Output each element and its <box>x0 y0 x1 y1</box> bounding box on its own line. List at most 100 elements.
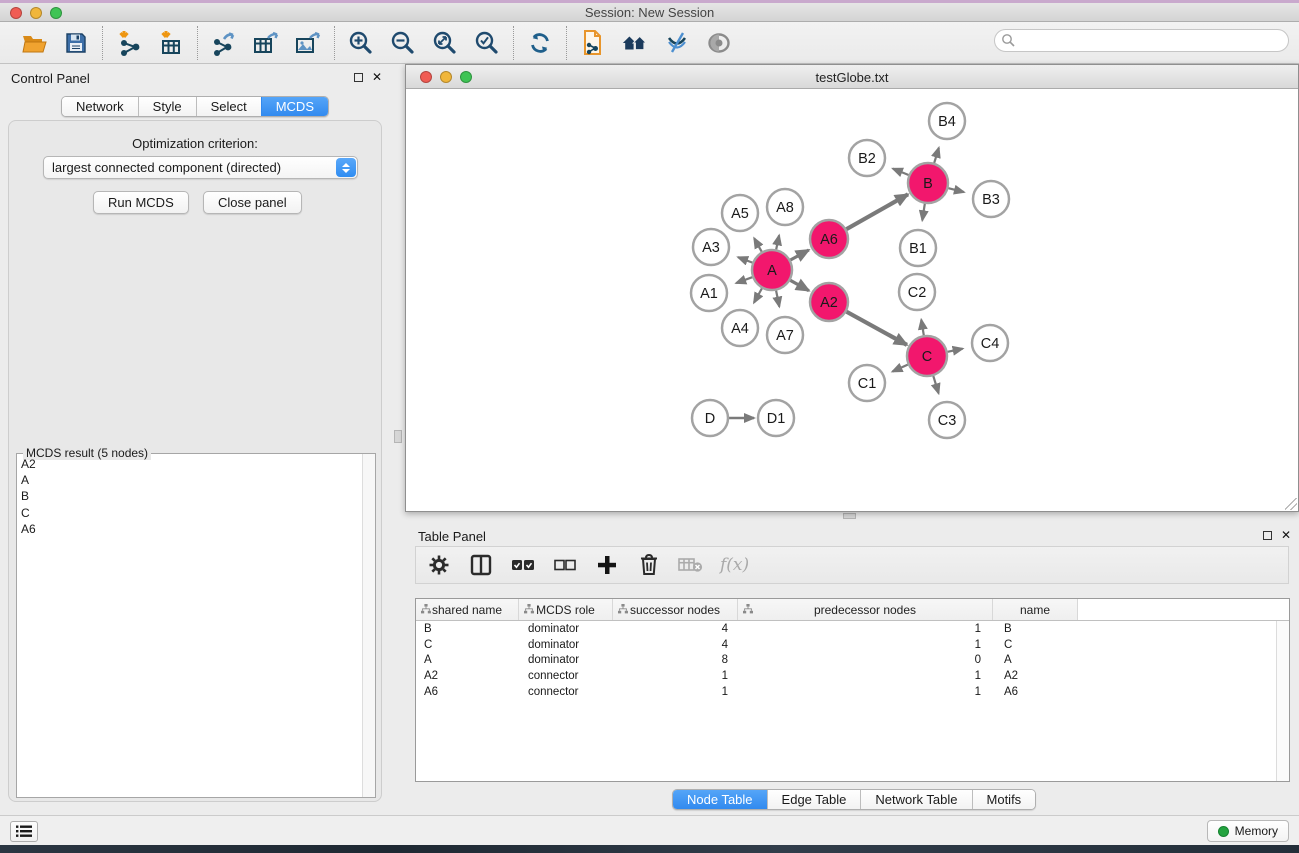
float-table-panel-icon[interactable] <box>1263 531 1272 540</box>
mcds-result-item[interactable]: A <box>17 472 362 488</box>
graph-edge-A-A3[interactable] <box>738 257 752 262</box>
table-row[interactable]: Adominator80A <box>416 652 1289 668</box>
graph-node-C4[interactable]: C4 <box>972 325 1008 361</box>
select-all-icon[interactable] <box>510 552 536 578</box>
graph-node-C1[interactable]: C1 <box>849 365 885 401</box>
export-table-icon[interactable] <box>252 29 280 57</box>
table-row[interactable]: A2connector11A2 <box>416 668 1289 684</box>
deselect-all-icon[interactable] <box>552 552 578 578</box>
run-mcds-button[interactable]: Run MCDS <box>93 191 189 214</box>
column-header-name[interactable]: name <box>993 599 1078 620</box>
export-image-icon[interactable] <box>294 29 322 57</box>
zoom-selected-icon[interactable] <box>473 29 501 57</box>
graph-node-B4[interactable]: B4 <box>929 103 965 139</box>
column-header-predecessor-nodes[interactable]: predecessor nodes <box>738 599 993 620</box>
column-header-successor-nodes[interactable]: successor nodes <box>613 599 738 620</box>
graph-edge-A-A7[interactable] <box>776 291 779 307</box>
graph-node-A8[interactable]: A8 <box>767 189 803 225</box>
float-panel-icon[interactable] <box>354 73 363 82</box>
graph-edge-B-B2[interactable] <box>893 169 909 175</box>
task-history-button[interactable] <box>10 821 38 842</box>
table-scrollbar[interactable] <box>1276 621 1289 781</box>
column-header-shared-name[interactable]: shared name <box>416 599 519 620</box>
graph-edge-B-B1[interactable] <box>922 204 925 221</box>
tab-motifs[interactable]: Motifs <box>972 790 1036 809</box>
mcds-result-item[interactable]: B <box>17 488 362 504</box>
mcds-result-list[interactable]: A2ABCA6 <box>17 456 362 797</box>
close-panel-button[interactable]: Close panel <box>203 191 302 214</box>
graph-node-A3[interactable]: A3 <box>693 229 729 265</box>
vertical-divider-handle[interactable] <box>394 430 402 443</box>
graph-node-B[interactable]: B <box>908 163 948 203</box>
graph-node-A1[interactable]: A1 <box>691 275 727 311</box>
column-header-MCDS-role[interactable]: MCDS role <box>519 599 613 620</box>
graph-node-C[interactable]: C <box>907 336 947 376</box>
resize-grip-icon[interactable] <box>1285 498 1297 510</box>
graph-node-D1[interactable]: D1 <box>758 400 794 436</box>
graph-node-D[interactable]: D <box>692 400 728 436</box>
zoom-in-icon[interactable] <box>347 29 375 57</box>
graph-edge-A-A4[interactable] <box>754 288 762 302</box>
delete-column-icon[interactable] <box>636 552 662 578</box>
graph-edge-B-B3[interactable] <box>948 188 964 192</box>
graph-node-C3[interactable]: C3 <box>929 402 965 438</box>
home-view-icon[interactable] <box>621 29 649 57</box>
close-table-panel-icon[interactable]: ✕ <box>1281 530 1291 540</box>
criterion-select[interactable]: largest connected component (directed) <box>43 156 358 179</box>
table-row[interactable]: Bdominator41B <box>416 621 1289 637</box>
table-row[interactable]: Cdominator41C <box>416 637 1289 653</box>
graph-edge-C-C4[interactable] <box>948 349 963 352</box>
graph-node-A2[interactable]: A2 <box>810 283 848 321</box>
open-session-icon[interactable] <box>20 29 48 57</box>
zoom-out-icon[interactable] <box>389 29 417 57</box>
graph-edge-A-A1[interactable] <box>736 277 752 283</box>
tab-edge-table[interactable]: Edge Table <box>767 790 861 809</box>
graph-edge-C-C2[interactable] <box>921 320 924 336</box>
tab-mcds[interactable]: MCDS <box>261 97 328 116</box>
zoom-fit-icon[interactable] <box>431 29 459 57</box>
import-table-icon[interactable] <box>157 29 185 57</box>
graph-edge-C-C1[interactable] <box>893 365 908 372</box>
mcds-result-item[interactable]: A2 <box>17 456 362 472</box>
import-network-icon[interactable] <box>115 29 143 57</box>
save-session-icon[interactable] <box>62 29 90 57</box>
graph-edge-C-C3[interactable] <box>933 376 938 393</box>
add-column-icon[interactable] <box>594 552 620 578</box>
graph-edge-A-A5[interactable] <box>754 238 762 251</box>
graph-node-B1[interactable]: B1 <box>900 230 936 266</box>
graph-node-B2[interactable]: B2 <box>849 140 885 176</box>
table-row[interactable]: A6connector11A6 <box>416 684 1289 700</box>
split-columns-icon[interactable] <box>468 552 494 578</box>
export-network-icon[interactable] <box>210 29 238 57</box>
network-canvas[interactable]: B4 B2 B B3 A5A8A6 A3 B1 A A1 C2 A2 A4A7 C4 C C1 C3 D D1 <box>406 89 1298 511</box>
mcds-result-item[interactable]: C <box>17 505 362 521</box>
graph-edge-A-A8[interactable] <box>776 235 779 249</box>
horizontal-divider-handle[interactable] <box>843 513 856 519</box>
list-scrollbar[interactable] <box>362 454 375 797</box>
tab-network[interactable]: Network <box>62 97 138 116</box>
graph-node-A6[interactable]: A6 <box>810 220 848 258</box>
graph-edge-A-A6[interactable] <box>790 250 808 260</box>
show-hide-icon[interactable] <box>705 29 733 57</box>
graph-node-B3[interactable]: B3 <box>973 181 1009 217</box>
graph-edge-A2-C[interactable] <box>847 312 907 345</box>
mcds-result-item[interactable]: A6 <box>17 521 362 537</box>
tab-select[interactable]: Select <box>196 97 261 116</box>
graph-node-A5[interactable]: A5 <box>722 195 758 231</box>
graph-edge-A6-B[interactable] <box>846 194 908 229</box>
close-panel-icon[interactable]: ✕ <box>372 72 382 82</box>
refresh-icon[interactable] <box>526 29 554 57</box>
graph-node-A4[interactable]: A4 <box>722 310 758 346</box>
tab-network-table[interactable]: Network Table <box>860 790 971 809</box>
graph-node-A7[interactable]: A7 <box>767 317 803 353</box>
graph-edge-B-B4[interactable] <box>934 148 939 163</box>
tab-node-table[interactable]: Node Table <box>673 790 767 809</box>
memory-button[interactable]: Memory <box>1207 820 1289 842</box>
clone-network-icon[interactable] <box>579 29 607 57</box>
graph-node-A[interactable]: A <box>752 250 792 290</box>
settings-gear-icon[interactable] <box>426 552 452 578</box>
tab-style[interactable]: Style <box>138 97 196 116</box>
graph-node-C2[interactable]: C2 <box>899 274 935 310</box>
graphics-details-icon[interactable] <box>663 29 691 57</box>
graph-edge-A-A2[interactable] <box>790 280 809 290</box>
